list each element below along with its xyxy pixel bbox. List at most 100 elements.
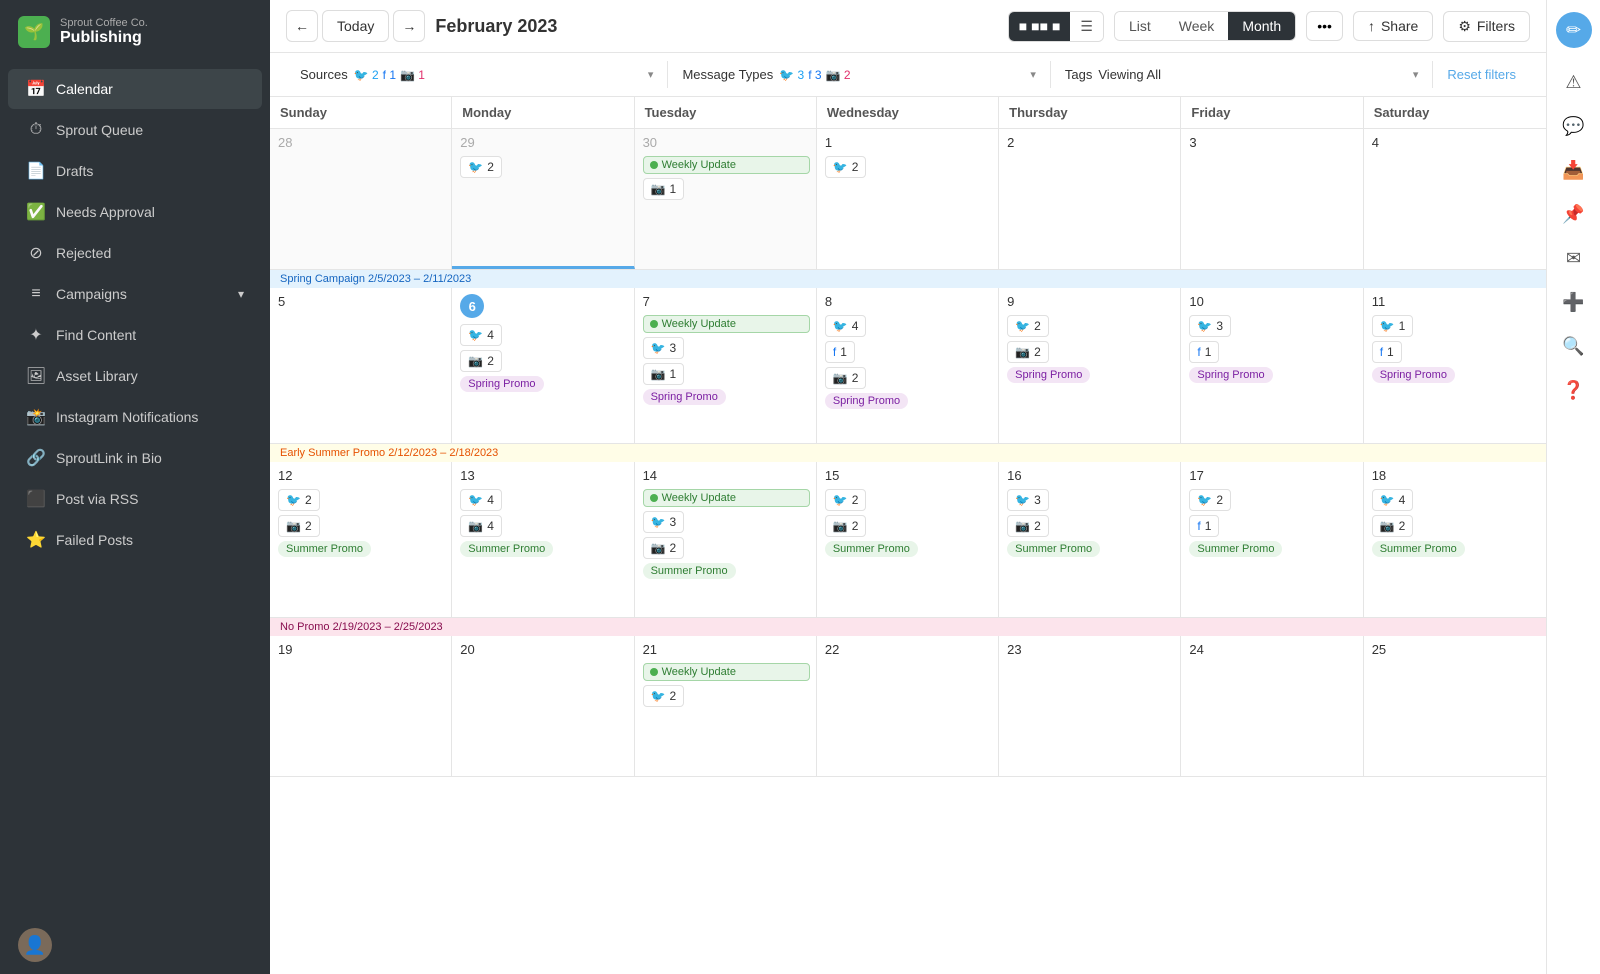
spring-promo-tag[interactable]: Spring Promo (460, 376, 543, 392)
reset-filters-button[interactable]: Reset filters (1433, 67, 1530, 82)
message-types-filter[interactable]: Message Types 🐦 3 f 3 📷 2 ▾ (668, 61, 1050, 88)
sidebar-item-failed-posts[interactable]: ⭐ Failed Posts (8, 520, 262, 560)
sidebar-item-sprout-queue[interactable]: ⏱ Sprout Queue (8, 110, 262, 150)
post-chip-twitter[interactable]: 🐦 3 (643, 337, 685, 359)
post-chip-facebook[interactable]: f 1 (1372, 341, 1402, 363)
tab-month[interactable]: Month (1228, 12, 1295, 40)
sidebar-item-find-content[interactable]: ✦ Find Content (8, 315, 262, 355)
sidebar-item-sproutlink[interactable]: 🔗 SproutLink in Bio (8, 438, 262, 478)
post-chip-instagram[interactable]: 📷 2 (278, 515, 320, 537)
post-chip-instagram[interactable]: 📷 1 (643, 363, 685, 385)
summer-promo-tag[interactable]: Summer Promo (1007, 541, 1100, 557)
help-icon[interactable]: ❓ (1556, 372, 1592, 408)
post-chip-instagram[interactable]: 📷 4 (460, 515, 502, 537)
alert-icon[interactable]: ⚠ (1556, 64, 1592, 100)
post-chip-twitter[interactable]: 🐦 3 (1189, 315, 1231, 337)
post-chip-instagram[interactable]: 📷 2 (1372, 515, 1414, 537)
post-chip-facebook[interactable]: f 1 (1189, 341, 1219, 363)
summer-promo-tag[interactable]: Summer Promo (1372, 541, 1465, 557)
spring-promo-tag[interactable]: Spring Promo (1007, 367, 1090, 383)
post-chip-facebook[interactable]: f 1 (825, 341, 855, 363)
week-2: 5 6 🐦 4 📷 2 (270, 288, 1546, 443)
monday-header: Monday (452, 97, 634, 128)
messages-icon[interactable]: 💬 (1556, 108, 1592, 144)
tab-week[interactable]: Week (1165, 12, 1229, 40)
tags-filter[interactable]: Tags Viewing All ▾ (1051, 61, 1433, 88)
weekly-update-badge[interactable]: Weekly Update (643, 663, 810, 681)
day-jan30: 30 Weekly Update 📷 1 (635, 129, 817, 269)
filters-button[interactable]: ⚙ Filters (1443, 11, 1530, 42)
summer-promo-tag[interactable]: Summer Promo (278, 541, 371, 557)
post-chip-twitter[interactable]: 🐦 4 (460, 324, 502, 346)
sidebar-item-needs-approval[interactable]: ✅ Needs Approval (8, 192, 262, 232)
date-8: 8 (825, 294, 992, 309)
sidebar-item-rejected[interactable]: ⊘ Rejected (8, 233, 262, 273)
spring-promo-tag[interactable]: Spring Promo (825, 393, 908, 409)
post-chip-instagram[interactable]: 📷 1 (643, 178, 685, 200)
post-chip-instagram[interactable]: 📷 2 (1007, 341, 1049, 363)
post-chip-twitter[interactable]: 🐦 2 (460, 156, 502, 178)
next-button[interactable]: → (393, 10, 425, 42)
sidebar-header: 🌱 Sprout Coffee Co. Publishing (0, 0, 270, 60)
pin-icon[interactable]: 📌 (1556, 196, 1592, 232)
post-chip-twitter[interactable]: 🐦 2 (278, 489, 320, 511)
spring-promo-tag[interactable]: Spring Promo (643, 389, 726, 405)
post-chip-twitter[interactable]: 🐦 3 (1007, 489, 1049, 511)
sidebar-item-label: Failed Posts (56, 532, 133, 548)
tab-list[interactable]: List (1115, 12, 1165, 40)
send-icon[interactable]: ✉ (1556, 240, 1592, 276)
more-options-button[interactable]: ••• (1306, 11, 1343, 41)
icon-rail: ✏ ⚠ 💬 📥 📌 ✉ ➕ 🔍 ❓ (1546, 0, 1600, 974)
grid-view-button[interactable]: ■ ■■ ■ (1009, 12, 1071, 41)
post-chip-twitter[interactable]: 🐦 4 (1372, 489, 1414, 511)
post-chip-twitter[interactable]: 🐦 2 (1189, 489, 1231, 511)
post-chip-twitter[interactable]: 🐦 4 (825, 315, 867, 337)
post-chip-facebook[interactable]: f 1 (1189, 515, 1219, 537)
share-button[interactable]: ↑ Share (1353, 11, 1433, 41)
post-chip-twitter[interactable]: 🐦 2 (643, 685, 685, 707)
post-chip-instagram[interactable]: 📷 2 (825, 515, 867, 537)
post-chip-instagram[interactable]: 📷 2 (460, 350, 502, 372)
post-chip-twitter[interactable]: 🐦 2 (1007, 315, 1049, 337)
twitter-icon: 🐦 (468, 160, 483, 174)
post-chip-instagram[interactable]: 📷 2 (643, 537, 685, 559)
post-chip-twitter[interactable]: 🐦 2 (825, 489, 867, 511)
sidebar-item-drafts[interactable]: 📄 Drafts (8, 151, 262, 191)
weekly-update-badge[interactable]: Weekly Update (643, 315, 810, 333)
post-chip-twitter[interactable]: 🐦 4 (460, 489, 502, 511)
compose-button[interactable]: ✏ (1556, 12, 1592, 48)
spring-promo-tag[interactable]: Spring Promo (1189, 367, 1272, 383)
post-chip-instagram[interactable]: 📷 2 (825, 367, 867, 389)
filters-icon: ⚙ (1458, 18, 1471, 35)
user-avatar[interactable]: 👤 (18, 928, 52, 962)
week-3-wrapper: Early Summer Promo 2/12/2023 – 2/18/2023… (270, 444, 1546, 618)
search-icon[interactable]: 🔍 (1556, 328, 1592, 364)
date-2: 2 (1007, 135, 1174, 150)
post-chip-twitter[interactable]: 🐦 3 (643, 511, 685, 533)
post-chip-twitter[interactable]: 🐦 2 (825, 156, 867, 178)
sidebar-item-label: Post via RSS (56, 491, 138, 507)
summer-promo-tag[interactable]: Summer Promo (1189, 541, 1282, 557)
spring-promo-tag[interactable]: Spring Promo (1372, 367, 1455, 383)
post-chip-instagram[interactable]: 📷 2 (1007, 515, 1049, 537)
app-name: Publishing (60, 29, 148, 47)
sidebar-item-campaigns[interactable]: ≡ Campaigns ▾ (8, 274, 262, 314)
weekly-update-badge[interactable]: Weekly Update (643, 489, 810, 507)
summer-promo-tag[interactable]: Summer Promo (825, 541, 918, 557)
sidebar-item-post-rss[interactable]: ⬛ Post via RSS (8, 479, 262, 519)
list-view-button[interactable]: ☰ (1070, 12, 1103, 41)
sidebar-item-calendar[interactable]: 📅 Calendar (8, 69, 262, 109)
sidebar-item-instagram-notifications[interactable]: 📸 Instagram Notifications (8, 397, 262, 437)
day-feb1: 1 🐦 2 (817, 129, 999, 269)
add-icon[interactable]: ➕ (1556, 284, 1592, 320)
summer-promo-tag[interactable]: Summer Promo (460, 541, 553, 557)
today-button[interactable]: Today (322, 10, 389, 42)
weekly-update-badge[interactable]: Weekly Update (643, 156, 810, 174)
sources-filter[interactable]: Sources 🐦 2 f 1 📷 1 ▾ (286, 61, 668, 88)
post-chip-twitter[interactable]: 🐦 1 (1372, 315, 1414, 337)
sidebar-item-label: Drafts (56, 163, 93, 179)
prev-button[interactable]: ← (286, 10, 318, 42)
sidebar-item-asset-library[interactable]: 🖼 Asset Library (8, 356, 262, 396)
summer-promo-tag[interactable]: Summer Promo (643, 563, 736, 579)
inbox-icon[interactable]: 📥 (1556, 152, 1592, 188)
